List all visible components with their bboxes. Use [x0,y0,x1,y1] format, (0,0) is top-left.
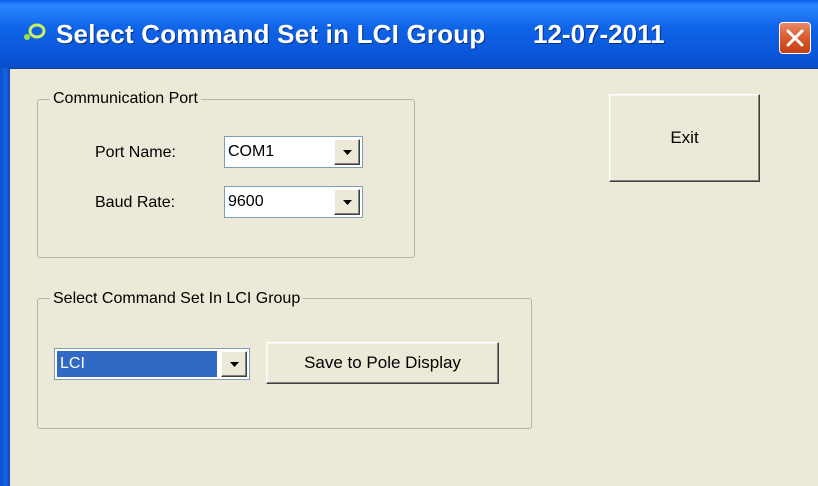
baud-rate-select[interactable]: 9600 [224,186,363,218]
command-set-group-label: Select Command Set In LCI Group [50,290,304,308]
close-button[interactable] [779,22,811,54]
dialog-window: Select Command Set in LCI Group 12-07-20… [0,0,818,486]
window-title: Select Command Set in LCI Group [56,19,486,49]
port-name-select[interactable]: COM1 [224,136,363,168]
exit-button[interactable]: Exit [609,94,760,182]
port-name-dropdown-button[interactable] [334,139,360,165]
title-bar[interactable]: Select Command Set in LCI Group 12-07-20… [0,0,818,69]
save-to-pole-display-button[interactable]: Save to Pole Display [266,342,499,384]
window-date: 12-07-2011 [533,19,665,49]
baud-rate-dropdown-button[interactable] [334,189,360,215]
communication-port-group-label: Communication Port [50,90,201,108]
command-set-dropdown-button[interactable] [221,351,247,377]
dropdown-arrow-icon [343,200,352,205]
baud-rate-label: Baud Rate: [95,194,176,211]
command-set-value: LCI [57,351,217,377]
port-name-label: Port Name: [95,144,176,161]
command-set-select[interactable]: LCI [54,348,250,380]
port-name-value: COM1 [228,143,275,160]
app-logo-icon [22,22,46,42]
communication-port-group [37,99,415,258]
close-icon [786,29,804,47]
window-left-border [0,68,10,486]
exit-label: Exit [670,128,699,147]
baud-rate-value: 9600 [228,193,264,210]
dropdown-arrow-icon [230,362,239,367]
save-to-pole-display-label: Save to Pole Display [304,353,461,372]
dropdown-arrow-icon [343,150,352,155]
